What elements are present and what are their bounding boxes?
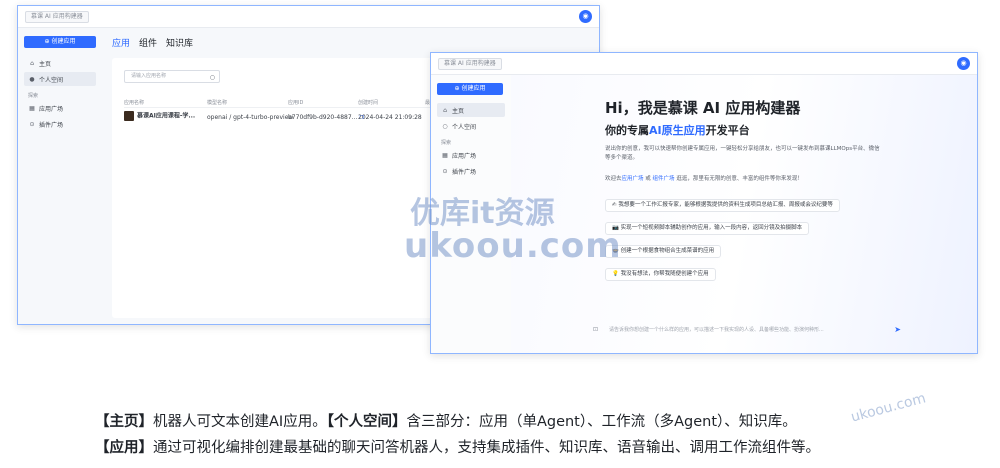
sidebar-item-label: 个人空间 — [39, 76, 64, 84]
suggestion-chip[interactable]: 💡 我没有想法，你帮我随便创建个应用 — [605, 268, 716, 281]
grid-icon: ▦ — [442, 151, 448, 159]
create-app-button[interactable]: ⊕ 创建应用 — [437, 83, 503, 95]
watermark-corner: ukoou.com — [849, 390, 928, 426]
home-icon: ⌂ — [443, 106, 447, 114]
user-icon: ● — [29, 75, 35, 83]
lightbulb-icon: 💡 — [612, 271, 619, 277]
home-icon: ⌂ — [30, 59, 34, 67]
suggestion-chip[interactable]: ✍ 我想要一个工作汇报专家，能够根据我提供的资料生成项目总结汇报、周报或会议纪要… — [605, 199, 840, 212]
search-input[interactable]: 请输入应用名称 ○ — [124, 70, 220, 83]
sidebar-item-label: 应用广场 — [39, 105, 64, 113]
intro-description: 说出你的创意，我可以快速帮你创建专属应用，一键轻松分享给朋友，也可以一键发布到慕… — [605, 146, 880, 161]
search-icon[interactable]: ○ — [210, 72, 215, 83]
caption-line: 【主页】机器人可文本创建AI应用。【个人空间】含三部分：应用（单Agent）、工… — [95, 414, 797, 430]
attach-icon[interactable]: ⊡ — [593, 323, 598, 337]
sidebar-section-explore: 探索 — [441, 140, 452, 146]
create-app-button[interactable]: ⊕ 创建应用 — [24, 36, 96, 48]
tab-apps[interactable]: 应用 — [112, 36, 130, 49]
prompt-input[interactable]: ⊡ 请告诉我你想创建一个什么样的应用，可以描述一下我实现的人设、具备哪些功能、扮… — [591, 323, 901, 337]
suggestion-chip[interactable]: 📷 实现一个短视频脚本辅助创作的应用，输入一段内容，返回分镜及拍摄脚本 — [605, 222, 810, 235]
tab-components[interactable]: 组件 — [139, 36, 157, 49]
model-cell: openai / gpt-4-turbo-preview — [207, 114, 294, 121]
plugin-icon: ⊙ — [29, 120, 35, 128]
sidebar-item-label: 个人空间 — [452, 123, 477, 131]
sidebar-item-label: 主页 — [39, 60, 52, 68]
hero-title: Hi，我是慕课 AI 应用构建器 — [605, 99, 801, 117]
top-bar: 慕课 AI 应用构建器 ◉ — [18, 6, 599, 28]
sidebar-item-plugin-square[interactable]: ⊙ 插件广场 — [24, 117, 96, 131]
sidebar-item-label: 应用广场 — [452, 152, 477, 160]
tab-knowledge-base[interactable]: 知识库 — [166, 36, 193, 49]
breadcrumb[interactable]: 慕课 AI 应用构建器 — [25, 11, 89, 23]
user-icon: ○ — [442, 122, 448, 130]
sidebar-item-app-square[interactable]: ▦ 应用广场 — [24, 101, 96, 115]
breadcrumb[interactable]: 慕课 AI 应用构建器 — [438, 58, 502, 70]
sidebar-item-label: 插件广场 — [39, 121, 64, 129]
sidebar-item-personal-space[interactable]: ○ 个人空间 — [437, 119, 505, 133]
tab-bar: 应用 组件 知识库 — [112, 36, 193, 49]
sidebar-item-label: 主页 — [452, 107, 465, 115]
welcome-text: 欢迎去应用广场 或 组件广场 逛逛，那里有无限的创意、丰富的组件等你来发现！ — [605, 176, 803, 182]
created-time-cell: 2024-04-24 21:09:28 — [358, 114, 422, 121]
column-header: 应用ID — [288, 100, 304, 106]
plugin-icon: ⊙ — [442, 167, 448, 175]
sidebar: ⊕ 创建应用 ⌂ 主页 ● 个人空间 探索 ▦ 应用广场 ⊙ 插件广场 — [18, 28, 102, 324]
app-id-cell: b770df9b-d920-4887... ❐ — [288, 114, 364, 121]
sidebar-item-plugin-square[interactable]: ⊙ 插件广场 — [437, 164, 505, 178]
sidebar-item-home[interactable]: ⌂ 主页 — [24, 56, 96, 70]
caption-line: 【应用】通过可视化编排创建最基础的聊天问答机器人，支持集成插件、知识库、语音输出… — [95, 440, 820, 456]
hero-subtitle: 你的专属AI原生应用开发平台 — [605, 124, 750, 137]
top-bar: 慕课 AI 应用构建器 ◉ — [431, 53, 977, 75]
avatar[interactable]: ◉ — [957, 57, 970, 70]
grid-icon: ▦ — [29, 104, 35, 112]
sidebar-item-label: 插件广场 — [452, 168, 477, 176]
sidebar-item-personal-space[interactable]: ● 个人空间 — [24, 72, 96, 86]
sidebar-item-home[interactable]: ⌂ 主页 — [437, 103, 505, 117]
app-square-link[interactable]: 应用广场 — [622, 176, 644, 182]
column-header: 应用名称 — [124, 100, 145, 106]
watermark-text: ukoou.com — [404, 226, 622, 266]
sidebar-item-app-square[interactable]: ▦ 应用广场 — [437, 148, 505, 162]
column-header: 模型名称 — [207, 100, 228, 106]
app-name-cell[interactable]: 慕课AI应用课程-学... — [124, 111, 195, 122]
column-header: 创建时间 — [358, 100, 379, 106]
home-content: Hi，我是慕课 AI 应用构建器 你的专属AI原生应用开发平台 说出你的创意，我… — [511, 75, 977, 353]
app-thumbnail — [124, 111, 134, 121]
pencil-icon: ✍ — [612, 202, 617, 208]
avatar[interactable]: ◉ — [579, 10, 592, 23]
suggestion-chip[interactable]: 🍲 创建一个根据食物组合生成菜谱的应用 — [605, 245, 722, 258]
send-icon[interactable]: ➤ — [894, 323, 901, 337]
sidebar-section-explore: 探索 — [28, 93, 39, 99]
component-square-link[interactable]: 组件广场 — [653, 176, 675, 182]
